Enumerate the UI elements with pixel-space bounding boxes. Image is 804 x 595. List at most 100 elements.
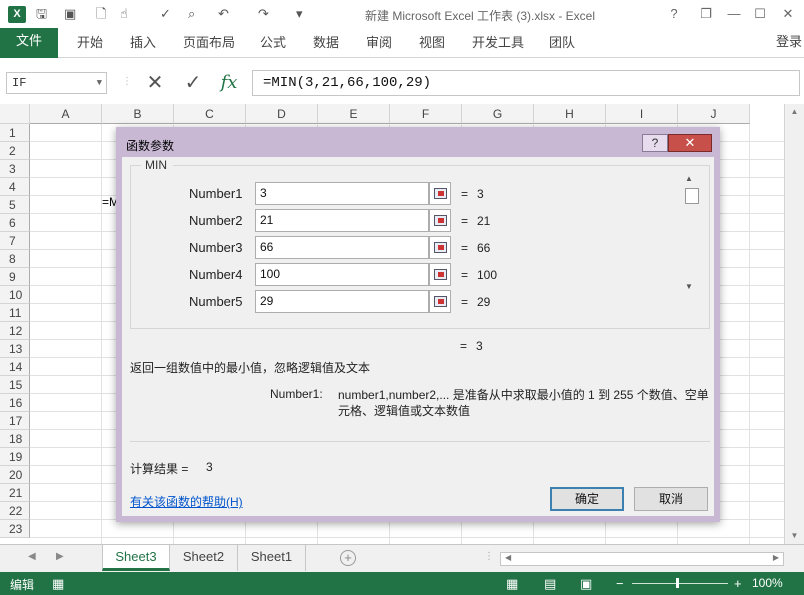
cancel-formula-icon[interactable]: ✕ xyxy=(140,70,170,96)
row-header-8[interactable]: 8 xyxy=(0,250,30,268)
row-header-1[interactable]: 1 xyxy=(0,124,30,142)
sheet-tab-sheet1[interactable]: Sheet1 xyxy=(238,545,306,571)
vertical-scrollbar[interactable]: ▲ ▼ xyxy=(784,104,804,544)
help-icon[interactable]: ? xyxy=(662,4,686,24)
function-help-link[interactable]: 有关该函数的帮助(H) xyxy=(130,493,243,510)
sign-in-link[interactable]: 登录 xyxy=(776,31,802,50)
column-header-j[interactable]: J xyxy=(678,104,750,124)
range-select-icon[interactable] xyxy=(429,182,451,205)
arguments-scrollbar[interactable]: ▲ ▼ xyxy=(685,174,699,294)
range-select-icon[interactable] xyxy=(429,263,451,286)
prev-sheet-icon[interactable]: ◀ xyxy=(28,551,36,562)
enter-formula-icon[interactable]: ✓ xyxy=(178,70,208,96)
row-header-12[interactable]: 12 xyxy=(0,322,30,340)
row-header-11[interactable]: 11 xyxy=(0,304,30,322)
new-icon[interactable]: 🗋 xyxy=(96,5,106,23)
row-header-9[interactable]: 9 xyxy=(0,268,30,286)
dialog-close-icon[interactable]: ✕ xyxy=(668,134,712,152)
tab-team[interactable]: 团队 xyxy=(549,32,575,54)
row-header-18[interactable]: 18 xyxy=(0,430,30,448)
select-all-corner[interactable] xyxy=(0,104,30,124)
number4-input[interactable]: 100 xyxy=(255,263,429,286)
row-header-2[interactable]: 2 xyxy=(0,142,30,160)
normal-view-icon[interactable]: ▦ xyxy=(506,576,518,592)
ok-button[interactable]: 确定 xyxy=(550,487,624,511)
row-header-5[interactable]: 5 xyxy=(0,196,30,214)
zoom-level[interactable]: 100% xyxy=(752,576,783,590)
number5-input[interactable]: 29 xyxy=(255,290,429,313)
row-header-4[interactable]: 4 xyxy=(0,178,30,196)
formula-input[interactable]: =MIN(3,21,66,100,29) xyxy=(252,70,800,96)
page-layout-view-icon[interactable]: ▤ xyxy=(544,576,556,592)
scroll-right-icon[interactable]: ▶ xyxy=(773,553,779,562)
row-header-13[interactable]: 13 xyxy=(0,340,30,358)
spelling-icon[interactable]: ✓ xyxy=(160,5,171,23)
scroll-up-icon[interactable]: ▲ xyxy=(785,104,804,120)
tab-insert[interactable]: 插入 xyxy=(130,32,156,54)
save-icon[interactable]: 🖫 xyxy=(36,5,47,23)
tab-formulas[interactable]: 公式 xyxy=(260,32,286,54)
cancel-button[interactable]: 取消 xyxy=(634,487,708,511)
insert-function-icon[interactable]: fx xyxy=(214,70,244,96)
maximize-icon[interactable]: ☐ xyxy=(748,4,772,24)
zoom-slider[interactable] xyxy=(632,583,728,584)
column-header-g[interactable]: G xyxy=(462,104,534,124)
zoom-in-icon[interactable]: + xyxy=(734,576,742,591)
page-break-view-icon[interactable]: ▣ xyxy=(580,576,592,592)
row-header-20[interactable]: 20 xyxy=(0,466,30,484)
macro-record-icon[interactable]: ▦ xyxy=(52,576,64,592)
row-header-3[interactable]: 3 xyxy=(0,160,30,178)
zoom-slider-thumb[interactable] xyxy=(676,578,679,588)
row-header-17[interactable]: 17 xyxy=(0,412,30,430)
column-header-f[interactable]: F xyxy=(390,104,462,124)
row-header-22[interactable]: 22 xyxy=(0,502,30,520)
dialog-help-icon[interactable]: ? xyxy=(642,134,668,152)
close-icon[interactable]: ✕ xyxy=(776,4,800,24)
undo-icon[interactable]: ↶ xyxy=(218,5,229,23)
row-header-15[interactable]: 15 xyxy=(0,376,30,394)
undo-history-icon[interactable]: ▣ xyxy=(64,5,76,23)
range-select-icon[interactable] xyxy=(429,290,451,313)
sheet-tab-sheet3[interactable]: Sheet3 xyxy=(102,545,170,571)
row-header-16[interactable]: 16 xyxy=(0,394,30,412)
range-select-icon[interactable] xyxy=(429,209,451,232)
number3-input[interactable]: 66 xyxy=(255,236,429,259)
tab-view[interactable]: 视图 xyxy=(419,32,445,54)
tab-review[interactable]: 审阅 xyxy=(366,32,392,54)
row-header-7[interactable]: 7 xyxy=(0,232,30,250)
row-header-14[interactable]: 14 xyxy=(0,358,30,376)
column-header-a[interactable]: A xyxy=(30,104,102,124)
scroll-left-icon[interactable]: ◀ xyxy=(505,553,511,562)
scroll-up-icon[interactable]: ▲ xyxy=(685,174,693,183)
tab-home[interactable]: 开始 xyxy=(77,32,103,54)
row-header-21[interactable]: 21 xyxy=(0,484,30,502)
row-header-23[interactable]: 23 xyxy=(0,520,30,538)
scroll-thumb[interactable] xyxy=(685,188,699,204)
column-header-d[interactable]: D xyxy=(246,104,318,124)
row-header-6[interactable]: 6 xyxy=(0,214,30,232)
range-select-icon[interactable] xyxy=(429,236,451,259)
tab-developer[interactable]: 开发工具 xyxy=(472,32,524,54)
ribbon-display-icon[interactable]: ❐ xyxy=(694,4,718,24)
horizontal-scrollbar[interactable]: ◀ ▶ xyxy=(500,552,784,566)
row-header-19[interactable]: 19 xyxy=(0,448,30,466)
dialog-title-bar[interactable]: 函数参数 ? ✕ xyxy=(122,133,714,157)
print-preview-icon[interactable]: ⌕ xyxy=(188,5,195,23)
column-header-i[interactable]: I xyxy=(606,104,678,124)
column-header-e[interactable]: E xyxy=(318,104,390,124)
zoom-out-icon[interactable]: − xyxy=(616,576,624,591)
number1-input[interactable]: 3 xyxy=(255,182,429,205)
name-box[interactable]: IF ▼ xyxy=(6,72,107,94)
tab-data[interactable]: 数据 xyxy=(313,32,339,54)
tab-splitter-icon[interactable]: ⋮ xyxy=(484,551,494,562)
chevron-down-icon[interactable]: ▼ xyxy=(97,73,102,93)
column-header-b[interactable]: B xyxy=(102,104,174,124)
redo-icon[interactable]: ↷ xyxy=(258,5,269,23)
row-header-10[interactable]: 10 xyxy=(0,286,30,304)
sheet-tab-sheet2[interactable]: Sheet2 xyxy=(170,545,238,571)
scroll-down-icon[interactable]: ▼ xyxy=(685,282,693,291)
add-sheet-icon[interactable]: + xyxy=(340,550,356,566)
touch-mode-icon[interactable]: ☝ xyxy=(120,5,128,23)
scroll-down-icon[interactable]: ▼ xyxy=(785,528,804,544)
tab-page-layout[interactable]: 页面布局 xyxy=(183,32,235,54)
